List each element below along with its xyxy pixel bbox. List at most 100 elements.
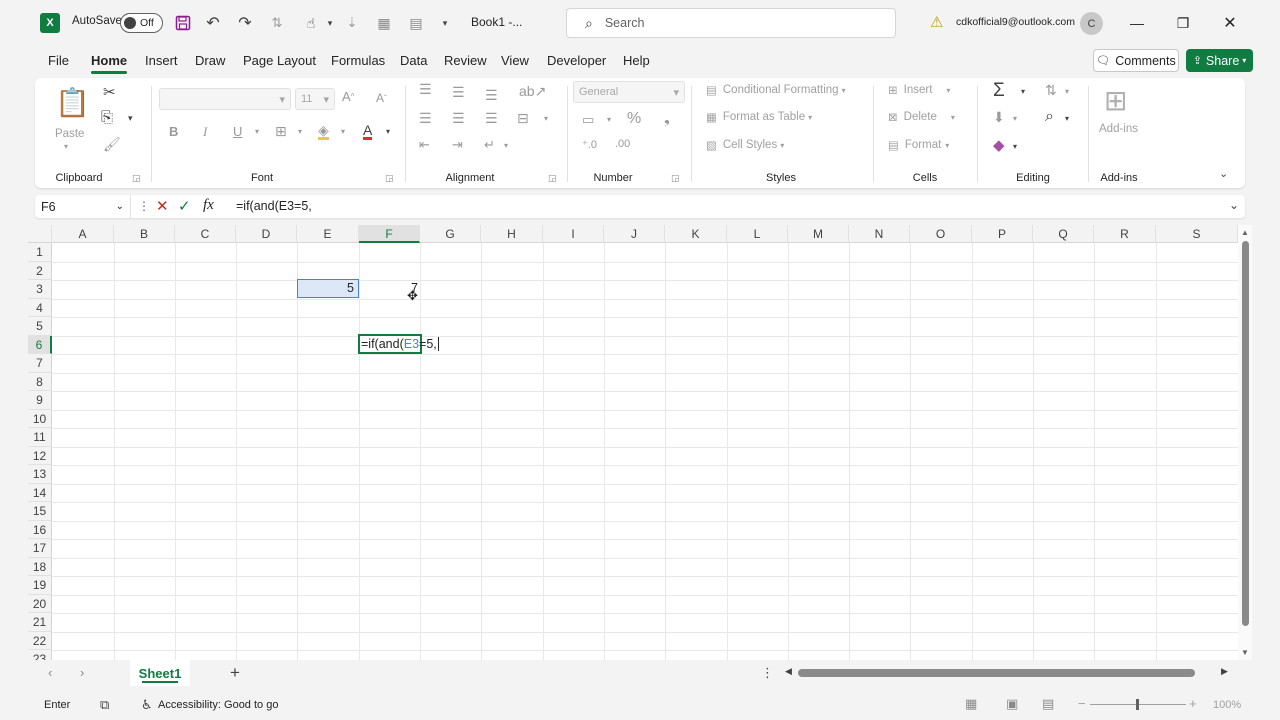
underline-dropdown-icon[interactable]: ▾ — [255, 127, 259, 136]
tab-file[interactable]: File — [48, 53, 69, 68]
row-header-selected[interactable]: 6 — [28, 335, 52, 354]
row-header[interactable]: 7 — [28, 354, 52, 373]
decrease-indent-icon[interactable]: ⇤ — [419, 137, 430, 153]
column-header[interactable]: B — [114, 225, 175, 243]
borders-dropdown-icon[interactable]: ▾ — [298, 127, 302, 136]
clear-icon[interactable]: ◆ — [993, 136, 1005, 154]
row-header[interactable]: 20 — [28, 594, 52, 613]
column-header[interactable]: D — [236, 225, 297, 243]
column-header-selected[interactable]: F — [359, 225, 420, 243]
row-header[interactable]: 12 — [28, 446, 52, 465]
warning-icon[interactable]: ⚠ — [930, 13, 943, 31]
previous-sheet-icon[interactable]: ‹ — [48, 665, 52, 680]
macro-recording-icon[interactable]: ⧉ — [100, 697, 109, 713]
more-options-icon[interactable]: ⋮ — [138, 199, 150, 213]
row-header[interactable]: 11 — [28, 428, 52, 447]
collapse-ribbon-icon[interactable]: ⌄ — [1219, 167, 1228, 180]
account-email[interactable]: cdkofficial9@outlook.com — [956, 16, 1075, 28]
wrap-text-icon[interactable]: ↵ — [484, 137, 495, 153]
horizontal-scrollbar[interactable]: ◀ ▶ — [783, 666, 1233, 680]
autosum-dropdown-icon[interactable]: ▾ — [1021, 87, 1025, 96]
sort-descending-icon[interactable]: ⇣ — [341, 12, 363, 34]
vertical-scroll-thumb[interactable] — [1242, 241, 1249, 626]
decrease-decimal-icon[interactable]: .00 — [615, 138, 630, 150]
minimize-button[interactable]: — — [1117, 8, 1157, 38]
merge-center-icon[interactable]: ⊟ — [517, 110, 529, 127]
row-header[interactable]: 23 — [28, 650, 52, 660]
zoom-out-icon[interactable]: − — [1078, 696, 1086, 711]
sort-filter-icon[interactable]: ⇅ — [1045, 82, 1057, 99]
row-header[interactable]: 9 — [28, 391, 52, 410]
row-header[interactable]: 16 — [28, 520, 52, 539]
align-top-icon[interactable]: ☰ — [419, 81, 432, 98]
font-size-combo[interactable]: 11 ▾ — [295, 88, 335, 110]
add-ins-icon[interactable]: ⊞ — [1104, 84, 1127, 117]
fill-color-icon[interactable]: ◈ — [318, 123, 329, 140]
sort-icon[interactable]: ⇅ — [266, 12, 288, 34]
search-input[interactable]: ⌕ Search — [566, 8, 896, 38]
row-header[interactable]: 2 — [28, 261, 52, 280]
cut-icon[interactable]: ✂ — [103, 83, 116, 101]
borders-icon[interactable]: ⊞ — [275, 123, 287, 140]
table-icon[interactable]: ▦ — [373, 12, 395, 34]
column-header[interactable]: C — [175, 225, 236, 243]
wrap-dropdown-icon[interactable]: ▾ — [504, 141, 508, 150]
fill-dropdown-icon[interactable]: ▾ — [341, 127, 345, 136]
row-header[interactable]: 4 — [28, 298, 52, 317]
underline-icon[interactable]: U — [233, 124, 242, 139]
customize-toolbar-icon[interactable]: ▾ — [434, 12, 456, 34]
tab-draw[interactable]: Draw — [195, 53, 225, 68]
next-sheet-icon[interactable]: › — [80, 665, 84, 680]
bold-icon[interactable]: B — [169, 124, 178, 139]
format-cells-button[interactable]: ▤ Format ▾ — [888, 138, 949, 152]
autosum-icon[interactable]: Σ — [993, 80, 1005, 102]
clear-dropdown-icon[interactable]: ▾ — [1013, 142, 1017, 151]
align-left-icon[interactable]: ☰ — [419, 110, 432, 127]
font-launcher-icon[interactable]: ◲ — [385, 173, 394, 184]
font-color-dropdown-icon[interactable]: ▾ — [386, 127, 390, 136]
column-header[interactable]: G — [420, 225, 481, 243]
orientation-icon[interactable]: ab↗ — [519, 83, 546, 100]
cancel-icon[interactable]: ✕ — [156, 197, 169, 215]
find-dropdown-icon[interactable]: ▾ — [1065, 114, 1069, 123]
row-header[interactable]: 1 — [28, 243, 52, 262]
row-header[interactable]: 3 — [28, 280, 52, 299]
comma-style-icon[interactable]: ❟ — [664, 110, 670, 127]
copy-icon[interactable]: ⎘ — [101, 109, 113, 126]
increase-font-icon[interactable]: A ^ — [342, 89, 354, 104]
paste-icon[interactable]: 📋 — [55, 86, 90, 119]
column-header[interactable]: M — [788, 225, 849, 243]
align-bottom-icon[interactable]: ☰ — [485, 87, 498, 104]
tab-home[interactable]: Home — [91, 53, 128, 74]
decrease-font-icon[interactable]: Aˇ — [376, 91, 387, 105]
number-launcher-icon[interactable]: ◲ — [671, 173, 680, 184]
paste-label[interactable]: Paste — [55, 128, 84, 140]
column-header[interactable]: L — [727, 225, 788, 243]
active-cell-f6[interactable]: =if(and(E3=5, — [358, 334, 439, 354]
row-header[interactable]: 15 — [28, 502, 52, 521]
accounting-format-icon[interactable]: ▭ — [582, 112, 594, 128]
tab-data[interactable]: Data — [400, 53, 427, 68]
delete-cells-button[interactable]: ⊠ Delete ▾ — [888, 110, 955, 124]
column-header[interactable]: J — [604, 225, 665, 243]
accessibility-status[interactable]: Accessibility: Good to go — [158, 699, 278, 711]
tab-view[interactable]: View — [501, 53, 529, 68]
merge-dropdown-icon[interactable]: ▾ — [544, 114, 548, 123]
italic-icon[interactable]: I — [203, 124, 207, 140]
formula-input[interactable]: =if(and(E3=5, — [236, 199, 312, 213]
touch-dropdown-icon[interactable]: ▾ — [319, 12, 341, 34]
scroll-up-icon[interactable]: ▲ — [1241, 228, 1249, 237]
row-header[interactable]: 8 — [28, 372, 52, 391]
tab-review[interactable]: Review — [444, 53, 487, 68]
cell-styles-button[interactable]: ▧ Cell Styles ▾ — [706, 138, 784, 152]
row-header[interactable]: 17 — [28, 539, 52, 558]
share-button[interactable]: ⇪ Share ▾ — [1186, 49, 1253, 72]
add-sheet-icon[interactable]: + — [230, 663, 240, 683]
scroll-left-icon[interactable]: ◀ — [785, 666, 792, 677]
vertical-scrollbar[interactable]: ▲ ▼ — [1238, 225, 1252, 660]
insert-function-icon[interactable]: fx — [203, 197, 214, 214]
align-middle-icon[interactable]: ☰ — [452, 84, 465, 101]
column-header[interactable]: P — [972, 225, 1033, 243]
sort-filter-dropdown-icon[interactable]: ▾ — [1065, 87, 1069, 96]
horizontal-scroll-thumb[interactable] — [798, 669, 1195, 677]
